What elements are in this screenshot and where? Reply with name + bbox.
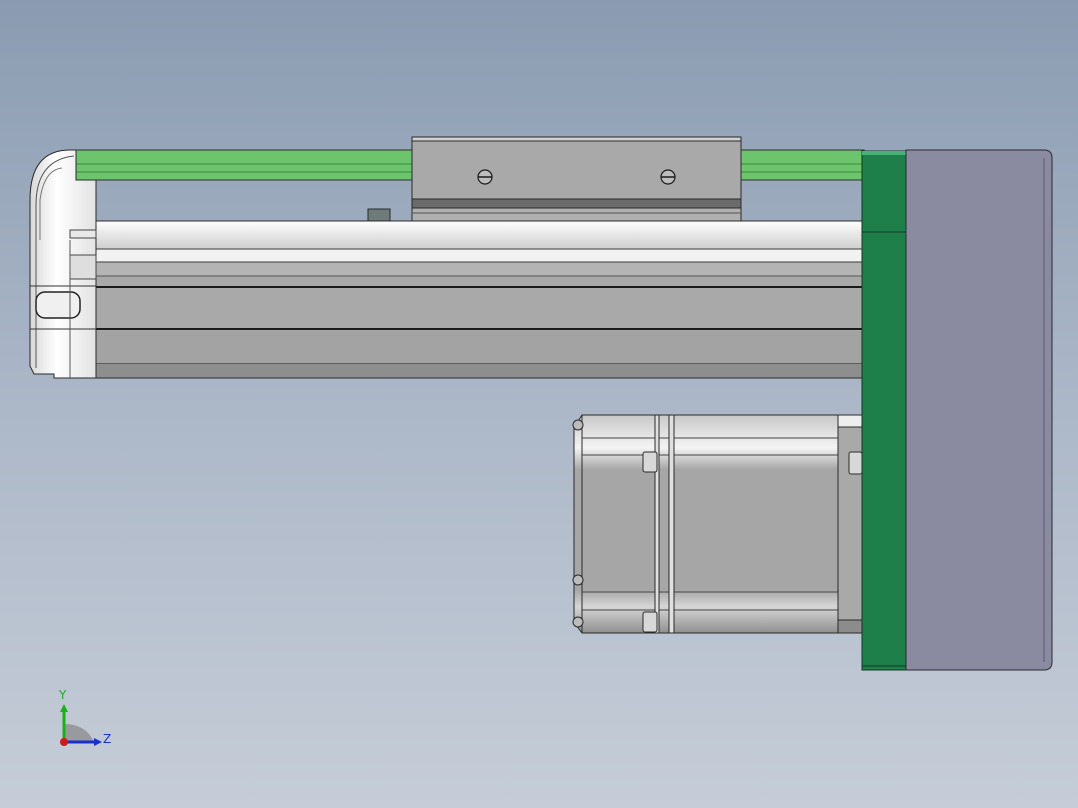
carriage[interactable] bbox=[411, 136, 742, 222]
side-cover[interactable] bbox=[905, 149, 1053, 671]
rail-body[interactable] bbox=[95, 220, 865, 379]
actuator-assembly[interactable] bbox=[0, 0, 1078, 808]
origin-marker bbox=[60, 738, 68, 746]
y-axis-label: Y bbox=[59, 688, 67, 702]
cad-viewport[interactable]: Y Z bbox=[0, 0, 1078, 808]
end-cap[interactable] bbox=[29, 149, 97, 379]
stepper-motor[interactable] bbox=[572, 414, 863, 634]
grease-nipple bbox=[367, 208, 391, 222]
motor-plate[interactable] bbox=[861, 150, 908, 671]
z-axis-label: Z bbox=[103, 732, 112, 746]
